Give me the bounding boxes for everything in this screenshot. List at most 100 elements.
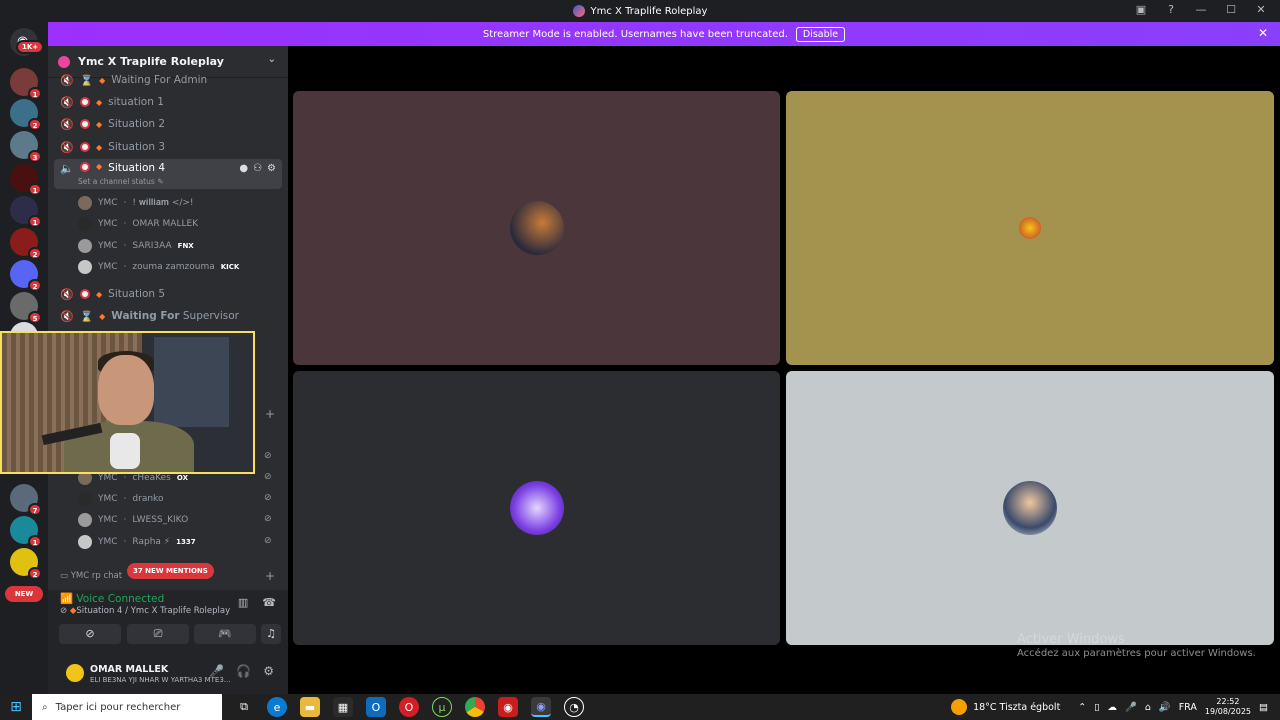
server-icon[interactable]: 5 — [10, 292, 42, 324]
chrome-icon[interactable] — [465, 697, 485, 717]
discord-icon[interactable]: ◉ — [531, 697, 551, 717]
noise-suppression-icon[interactable]: ▥ — [238, 596, 248, 609]
utorrent-icon[interactable]: µ — [432, 697, 452, 717]
inbox-icon[interactable]: ▣ — [1134, 3, 1148, 16]
channel-label: situation 1 — [108, 96, 164, 108]
headphones-icon[interactable]: 🎧 — [236, 664, 251, 678]
cloud-icon[interactable]: ☁ — [1108, 702, 1118, 713]
channel-waiting-supervisor[interactable]: 🔇 ⌛ ◆ Waiting For Supervisor — [54, 306, 282, 326]
voice-user[interactable]: YMC · LWESS_KIKO — [78, 511, 188, 529]
add-icon[interactable]: + — [265, 407, 275, 421]
close-icon[interactable]: ✕ — [1258, 26, 1268, 40]
channel-situation-5[interactable]: 🔇 ◆ Situation 5 — [54, 284, 282, 304]
server-icon[interactable]: 2 — [10, 99, 42, 131]
soundboard-button[interactable]: ♫ — [261, 624, 281, 644]
chevron-down-icon[interactable]: ⌄ — [268, 54, 276, 65]
minimize-icon[interactable]: — — [1194, 3, 1208, 16]
gear-icon[interactable]: ⚙ — [267, 163, 276, 174]
store-icon[interactable]: ▦ — [333, 697, 353, 717]
channel-situation-1[interactable]: 🔇 ◆ situation 1 — [54, 92, 282, 112]
server-icon[interactable]: 1 — [10, 68, 42, 100]
opera-icon[interactable]: O — [399, 697, 419, 717]
participant-tile[interactable] — [293, 371, 780, 645]
user-name: Rapha ⚡ — [132, 537, 171, 547]
outlook-icon[interactable]: O — [366, 697, 386, 717]
help-icon[interactable]: ? — [1164, 3, 1178, 16]
chevron-up-icon[interactable]: ⌃ — [1078, 702, 1086, 713]
server-icon[interactable]: 1 — [10, 516, 42, 548]
participant-tile[interactable] — [786, 91, 1274, 365]
voice-user[interactable]: YMC · dranko — [78, 490, 163, 508]
disable-streamer-mode-button[interactable]: Disable — [795, 26, 846, 42]
voice-user[interactable]: YMC · SARI3AA FNX — [78, 237, 194, 255]
close-window-icon[interactable]: ✕ — [1254, 3, 1268, 16]
participant-tile[interactable] — [786, 371, 1274, 645]
server-name: Ymc X Traplife Roleplay — [78, 55, 224, 68]
user-prefix: YMC — [98, 537, 118, 547]
no-entry-icon: ⊘ — [60, 606, 68, 616]
network-icon[interactable]: ⌂ — [1145, 702, 1151, 713]
activate-windows-title: Activer Windows — [1017, 632, 1125, 647]
microphone-icon[interactable]: 🎤 — [1125, 702, 1137, 713]
channel-situation-4[interactable]: 🔈 ◆ Situation 4 Set a channel status ✎ ●… — [54, 159, 282, 189]
maximize-icon[interactable]: ☐ — [1224, 3, 1238, 16]
channel-rp-chat[interactable]: ▭ YMC rp chat — [60, 571, 122, 581]
gear-icon[interactable]: ⚙ — [263, 664, 274, 678]
search-input[interactable]: ⌕ Taper ici pour rechercher — [32, 694, 222, 720]
voice-user[interactable]: YMC · Rapha ⚡ 1337 — [78, 533, 196, 551]
voice-channel-path[interactable]: ⊘ ◆Situation 4 / Ymc X Traplife Roleplay — [60, 606, 230, 616]
clock[interactable]: 22:52 19/08/2025 — [1205, 697, 1251, 717]
voice-user[interactable]: YMC · OMAR MALLEK — [78, 215, 198, 233]
server-icon[interactable]: 1 — [10, 196, 42, 228]
avatar — [1019, 217, 1041, 239]
channel-situation-3[interactable]: 🔇 ◆ Situation 3 — [54, 137, 282, 157]
new-mentions-pill[interactable]: 37 NEW MENTIONS — [127, 563, 214, 579]
server-icon[interactable]: 2 — [10, 260, 42, 292]
avatar[interactable] — [66, 664, 84, 682]
channel-waiting-admin[interactable]: 🔇 ⌛ ◆ Waiting For Admin — [54, 70, 282, 90]
voice-connection-panel: 📶 Voice Connected ⊘ ◆Situation 4 / Ymc X… — [48, 590, 288, 694]
invite-icon[interactable]: ⚇ — [253, 163, 262, 174]
dm-unread-badge: 1K+ — [16, 40, 45, 54]
voice-user[interactable]: YMC ·! 𝐰𝐢𝐥𝐥𝐢𝐚𝐦 </>! — [78, 194, 194, 212]
phone-link-icon[interactable]: ▯ — [1094, 702, 1099, 713]
file-explorer-icon[interactable]: ▬ — [300, 697, 320, 717]
disconnect-icon[interactable]: ☎ — [262, 596, 276, 609]
server-mention-badge: 1 — [28, 215, 42, 228]
task-view-icon[interactable]: ⧉ — [234, 697, 254, 717]
server-icon[interactable]: 3 — [10, 131, 42, 163]
server-mention-badge: 1 — [28, 183, 42, 196]
channel-label: Waiting For Admin — [111, 74, 208, 86]
activities-button[interactable]: 🎮 — [194, 624, 256, 644]
speaker-muted-icon: 🔇 — [60, 309, 74, 323]
new-servers-pill[interactable]: NEW — [5, 586, 43, 602]
user-name: OMAR MALLEK — [132, 219, 199, 229]
avatar — [509, 481, 564, 535]
participant-tile[interactable] — [293, 91, 780, 365]
edge-icon[interactable]: e — [267, 697, 287, 717]
server-mention-badge: 5 — [28, 311, 42, 324]
server-icon[interactable]: 2 — [10, 228, 42, 260]
server-icon[interactable]: 7 — [10, 484, 42, 516]
streamer-mode-banner: Streamer Mode is enabled. Usernames have… — [48, 22, 1280, 46]
server-icon[interactable]: 1 — [10, 164, 42, 196]
server-icon[interactable]: 2 — [10, 548, 42, 580]
obs-icon[interactable]: ◔ — [564, 697, 584, 717]
pencil-icon: ✎ — [157, 177, 164, 186]
title-bar: Ymc X Traplife Roleplay ▣ ? — ☐ ✕ — [0, 0, 1280, 22]
voice-user[interactable]: YMC · zouma zamzouma KICK — [78, 258, 239, 276]
volume-icon[interactable]: 🔊 — [1159, 702, 1171, 713]
camera-off-button[interactable]: ⊘ — [59, 624, 121, 644]
notifications-icon[interactable]: ▤ — [1259, 702, 1268, 713]
channel-situation-2[interactable]: 🔇 ◆ Situation 2 — [54, 114, 282, 134]
avatar — [78, 196, 92, 210]
weather-widget[interactable]: 18°C Tiszta égbolt — [951, 699, 1060, 715]
channel-status-prompt[interactable]: Set a channel status ✎ — [78, 177, 163, 186]
microphone-icon[interactable]: 🎤 — [209, 664, 224, 678]
chat-bubble-icon[interactable]: ● — [239, 163, 248, 174]
start-button[interactable]: ⊞ — [0, 694, 32, 720]
language-indicator[interactable]: FRA — [1179, 702, 1197, 713]
add-channel-icon[interactable]: + — [265, 569, 275, 583]
screen-share-button[interactable]: ⎚ — [127, 624, 189, 644]
game-launcher-icon[interactable]: ◉ — [498, 697, 518, 717]
